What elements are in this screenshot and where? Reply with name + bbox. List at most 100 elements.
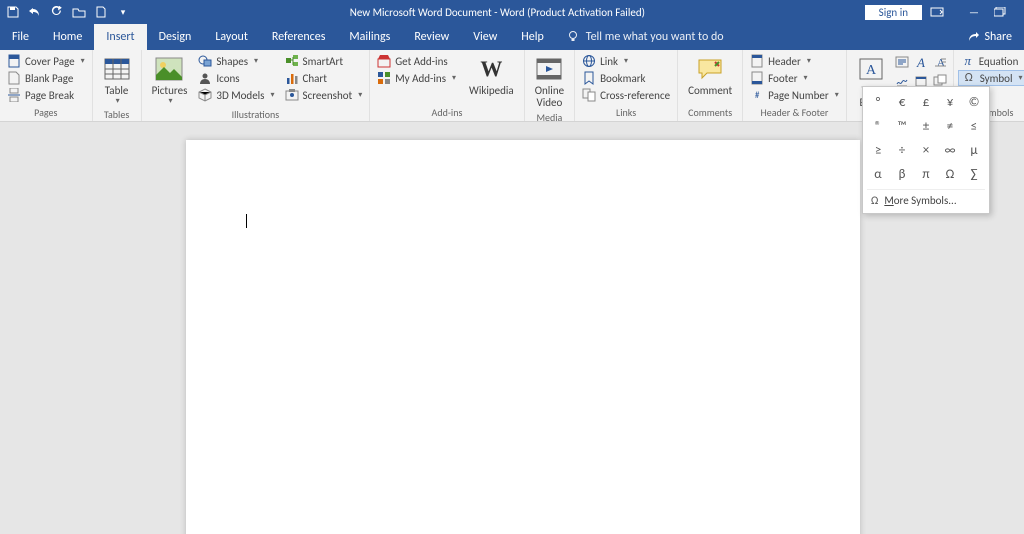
chevron-down-icon: ▾ xyxy=(807,56,811,66)
3d-models-button[interactable]: 3D Models▾ xyxy=(195,87,277,103)
symbol-cell[interactable]: ® xyxy=(867,115,889,137)
smartart-button[interactable]: SmartArt xyxy=(282,53,366,69)
group-addins-label: Add-ins xyxy=(370,106,523,121)
ribbon: Cover Page▾ Blank Page Page Break Pages … xyxy=(0,50,1024,122)
symbol-cell[interactable]: ∞ xyxy=(939,139,961,161)
tab-references[interactable]: References xyxy=(260,24,338,50)
symbol-cell[interactable]: £ xyxy=(915,91,937,113)
shapes-button[interactable]: Shapes▾ xyxy=(195,53,277,69)
qat-open-icon[interactable] xyxy=(72,5,86,19)
link-icon xyxy=(582,54,596,68)
page-number-button[interactable]: #Page Number▾ xyxy=(747,87,842,103)
group-links-label: Links xyxy=(575,106,677,121)
symbol-cell[interactable]: ¥ xyxy=(939,91,961,113)
group-illustrations-label: Illustrations xyxy=(142,108,370,123)
ribbon-options-icon[interactable] xyxy=(930,6,954,18)
qat-new-icon[interactable] xyxy=(94,5,108,19)
tab-review[interactable]: Review xyxy=(402,24,461,50)
blank-page-icon xyxy=(7,71,21,85)
group-tables: Table ▾ Tables xyxy=(93,50,142,121)
wordart-button[interactable]: A xyxy=(912,53,930,71)
minimize-icon[interactable]: — xyxy=(962,6,986,19)
screenshot-button[interactable]: Screenshot▾ xyxy=(282,87,366,103)
symbol-cell[interactable]: Ω xyxy=(939,163,961,185)
symbol-cell[interactable]: × xyxy=(915,139,937,161)
header-button[interactable]: Header▾ xyxy=(747,53,842,69)
smartart-icon xyxy=(285,54,299,68)
symbol-cell[interactable]: © xyxy=(963,91,985,113)
quick-parts-button[interactable] xyxy=(893,53,911,71)
ribbon-tabs: File Home Insert Design Layout Reference… xyxy=(0,24,1024,50)
chevron-down-icon: ▾ xyxy=(358,90,362,100)
symbol-icon: Ω xyxy=(962,71,976,85)
pictures-button[interactable]: Pictures▾ xyxy=(146,53,194,108)
my-addins-button[interactable]: My Add-ins▾ xyxy=(374,70,459,86)
online-video-button[interactable]: Online Video xyxy=(529,53,570,111)
group-links: Link▾ Bookmark Cross-reference Links xyxy=(575,50,678,121)
chart-button[interactable]: Chart xyxy=(282,70,366,86)
page-number-icon: # xyxy=(750,88,764,102)
symbol-cell[interactable]: ≥ xyxy=(867,139,889,161)
footer-icon xyxy=(750,71,764,85)
symbol-button[interactable]: ΩSymbol▾ xyxy=(958,70,1024,86)
window-title: New Microsoft Word Document - Word (Prod… xyxy=(136,6,859,19)
video-icon xyxy=(535,55,563,83)
symbol-cell[interactable]: ° xyxy=(867,91,889,113)
symbol-cell[interactable]: ≠ xyxy=(939,115,961,137)
tab-help[interactable]: Help xyxy=(509,24,556,50)
link-button[interactable]: Link▾ xyxy=(579,53,673,69)
blank-page-button[interactable]: Blank Page xyxy=(4,70,88,86)
tab-layout[interactable]: Layout xyxy=(203,24,260,50)
tell-me[interactable]: Tell me what you want to do xyxy=(566,24,724,50)
share-button[interactable]: Share xyxy=(956,24,1024,50)
comment-button[interactable]: Comment xyxy=(682,53,738,99)
get-addins-button[interactable]: Get Add-ins xyxy=(374,53,459,69)
footer-button[interactable]: Footer▾ xyxy=(747,70,842,86)
tell-me-text: Tell me what you want to do xyxy=(586,30,724,44)
symbol-cell[interactable]: ≤ xyxy=(963,115,985,137)
wikipedia-icon: W xyxy=(477,55,505,83)
symbol-cell[interactable]: ™ xyxy=(891,115,913,137)
restore-icon[interactable] xyxy=(994,7,1018,17)
chevron-down-icon: ▾ xyxy=(168,97,172,106)
more-symbols-button[interactable]: Ω More Symbols... xyxy=(867,189,985,209)
pictures-icon xyxy=(155,55,183,83)
equation-button[interactable]: πEquation▾ xyxy=(958,53,1024,69)
symbol-cell[interactable]: μ xyxy=(963,139,985,161)
icons-button[interactable]: Icons xyxy=(195,70,277,86)
tab-mailings[interactable]: Mailings xyxy=(337,24,402,50)
symbol-cell[interactable]: π xyxy=(915,163,937,185)
cover-page-icon xyxy=(7,54,21,68)
tab-view[interactable]: View xyxy=(461,24,509,50)
table-button[interactable]: Table ▾ xyxy=(97,53,137,108)
cover-page-button[interactable]: Cover Page▾ xyxy=(4,53,88,69)
undo-icon[interactable] xyxy=(28,5,42,19)
chevron-down-icon: ▾ xyxy=(624,56,628,66)
sign-in-button[interactable]: Sign in xyxy=(865,5,922,20)
tab-file[interactable]: File xyxy=(0,24,41,50)
symbol-cell[interactable]: ∑ xyxy=(963,163,985,185)
symbol-cell[interactable]: € xyxy=(891,91,913,113)
symbol-cell[interactable]: α xyxy=(867,163,889,185)
save-icon[interactable] xyxy=(6,5,20,19)
page[interactable] xyxy=(186,140,860,534)
store-icon xyxy=(377,54,391,68)
chevron-down-icon: ▾ xyxy=(81,56,85,66)
redo-icon[interactable] xyxy=(50,5,64,19)
page-break-button[interactable]: Page Break xyxy=(4,87,88,103)
comment-icon xyxy=(696,55,724,83)
qat-customize-icon[interactable]: ▾ xyxy=(116,5,130,19)
drop-cap-button[interactable]: A xyxy=(931,53,949,71)
tab-insert[interactable]: Insert xyxy=(94,24,146,50)
cross-reference-button[interactable]: Cross-reference xyxy=(579,87,673,103)
tab-home[interactable]: Home xyxy=(41,24,94,50)
chart-icon xyxy=(285,71,299,85)
bookmark-button[interactable]: Bookmark xyxy=(579,70,673,86)
symbol-cell[interactable]: β xyxy=(891,163,913,185)
addins-icon xyxy=(377,71,391,85)
wikipedia-button[interactable]: W Wikipedia xyxy=(463,53,520,99)
tab-design[interactable]: Design xyxy=(147,24,204,50)
symbol-cell[interactable]: ± xyxy=(915,115,937,137)
group-comments: Comment Comments xyxy=(678,50,743,121)
symbol-cell[interactable]: ÷ xyxy=(891,139,913,161)
